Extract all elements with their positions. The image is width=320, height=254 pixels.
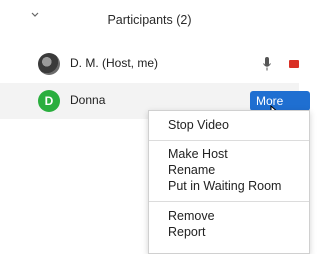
menu-divider [149, 140, 309, 141]
menu-item-stop-video[interactable]: Stop Video [168, 117, 229, 133]
microphone-icon[interactable] [262, 56, 272, 72]
participant-name: D. M. (Host, me) [70, 56, 159, 70]
participant-context-menu: Stop Video Make Host Rename Put in Waiti… [148, 110, 310, 254]
participants-header: Participants (2) [0, 0, 299, 44]
menu-item-remove[interactable]: Remove [168, 208, 215, 224]
avatar: D [38, 90, 60, 112]
video-off-icon[interactable] [289, 57, 299, 71]
menu-item-put-in-waiting-room[interactable]: Put in Waiting Room [168, 178, 281, 194]
avatar [38, 53, 60, 75]
participant-row-host[interactable]: D. M. (Host, me) [0, 46, 299, 82]
menu-divider [149, 201, 309, 202]
panel-title: Participants (2) [107, 13, 192, 27]
menu-item-report[interactable]: Report [168, 224, 206, 240]
menu-item-make-host[interactable]: Make Host [168, 146, 228, 162]
menu-item-rename[interactable]: Rename [168, 162, 215, 178]
participant-name: Donna [70, 93, 106, 107]
